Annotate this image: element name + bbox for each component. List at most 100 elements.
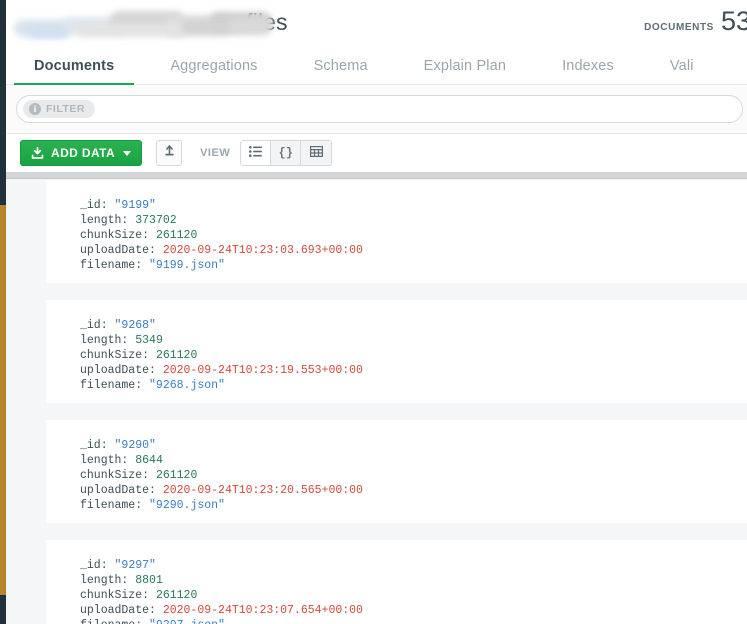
document-field-_id: _id: "9199" [80, 198, 747, 213]
field-colon: : [121, 454, 129, 467]
field-value: 2020-09-24T10:23:20.565+00:00 [162, 484, 363, 497]
field-key: chunkSize [80, 469, 143, 482]
field-value: "9297" [114, 559, 156, 572]
filter-label: FILTER [46, 103, 85, 115]
edge-segment-navy-bottom [0, 595, 6, 624]
field-colon: : [135, 379, 143, 392]
document-field-filename: filename: "9297.json" [80, 618, 747, 624]
collection-title: namespace.database.files [18, 9, 288, 36]
field-value: "9199.json" [149, 259, 225, 272]
document-field-length: length: 373702 [80, 213, 747, 228]
field-value: "9290" [114, 439, 156, 452]
field-value: "9268" [114, 319, 156, 332]
field-value: 261120 [155, 229, 198, 242]
field-key: length [80, 574, 122, 587]
export-button[interactable] [156, 140, 183, 166]
document-field-_id: _id: "9290" [80, 438, 747, 453]
field-colon: : [142, 229, 150, 242]
collection-title-suffix: .files [239, 9, 288, 35]
field-colon: : [121, 334, 129, 347]
document-count-value: 53 [720, 6, 747, 36]
field-colon: : [142, 469, 150, 482]
tab-label: Aggregations [170, 57, 258, 74]
field-colon: : [142, 589, 150, 602]
field-key: uploadDate [80, 604, 150, 617]
tab-vali[interactable]: Vali [642, 46, 722, 85]
field-key: chunkSize [80, 349, 143, 362]
document-field-uploadDate: uploadDate: 2020-09-24T10:23:20.565+00:0… [80, 483, 747, 498]
view-mode-json-button[interactable]: {} [271, 141, 302, 165]
export-icon [163, 144, 176, 162]
field-colon: : [100, 199, 108, 212]
field-value: 2020-09-24T10:23:03.693+00:00 [162, 244, 363, 257]
field-value: 8644 [135, 454, 163, 467]
compass-collection-view: namespace.database.files DOCUMENTS 53 Do… [0, 0, 747, 624]
field-key: length [80, 454, 122, 467]
edge-segment-navy-top [0, 0, 6, 205]
document-field-filename: filename: "9268.json" [80, 378, 747, 393]
document-field-chunkSize: chunkSize: 261120 [80, 348, 747, 363]
tab-indexes[interactable]: Indexes [534, 46, 642, 85]
document-field-length: length: 5349 [80, 333, 747, 348]
documents-list: _id: "9199" length: 373702 chunkSize: 2611… [6, 172, 747, 624]
field-key: filename [80, 259, 136, 272]
document-count: DOCUMENTS 53 [644, 8, 747, 35]
horizontal-scrollbar[interactable] [6, 172, 747, 179]
filter-input[interactable]: i FILTER [16, 95, 743, 123]
field-value: 2020-09-24T10:23:19.553+00:00 [162, 364, 363, 377]
field-key: uploadDate [80, 244, 150, 257]
document-fields: _id: "9297" length: 8801 chunkSize: 261120… [46, 540, 747, 624]
field-value: "9297.json" [149, 619, 225, 624]
document-field-uploadDate: uploadDate: 2020-09-24T10:23:03.693+00:0… [80, 243, 747, 258]
document-card[interactable]: _id: "9297" length: 8801 chunkSize: 261120… [46, 540, 747, 624]
field-colon: : [121, 574, 129, 587]
tab-label: Documents [34, 57, 115, 74]
chevron-down-icon [123, 150, 132, 156]
document-card[interactable]: _id: "9268" length: 5349 chunkSize: 261120… [46, 300, 747, 403]
field-key: length [80, 334, 122, 347]
field-value: 373702 [135, 214, 177, 227]
field-value: 261120 [155, 349, 198, 362]
document-field-length: length: 8644 [80, 453, 747, 468]
collection-tabbar: Documents Aggregations Schema Explain Plan I… [6, 46, 747, 86]
field-key: _id [80, 199, 101, 212]
field-value: 261120 [155, 589, 198, 602]
field-key: _id [80, 559, 101, 572]
document-card[interactable]: _id: "9199" length: 373702 chunkSize: 2611… [46, 180, 747, 283]
document-field-filename: filename: "9199.json" [80, 258, 747, 273]
field-value: 261120 [155, 469, 198, 482]
tab-schema[interactable]: Schema [286, 46, 396, 85]
document-card[interactable]: _id: "9290" length: 8644 chunkSize: 261120… [46, 420, 747, 523]
field-colon: : [100, 559, 108, 572]
field-colon: : [121, 214, 129, 227]
field-key: _id [80, 319, 101, 332]
view-mode-list-button[interactable] [241, 141, 272, 165]
field-colon: : [135, 259, 143, 272]
tab-documents[interactable]: Documents [6, 46, 142, 86]
add-data-button[interactable]: ADD DATA [20, 140, 143, 166]
braces-icon: {} [278, 146, 293, 160]
field-key: chunkSize [80, 229, 143, 242]
filter-pill[interactable]: i FILTER [23, 100, 95, 118]
document-field-uploadDate: uploadDate: 2020-09-24T10:23:07.654+00:0… [80, 603, 747, 618]
add-data-label: ADD DATA [51, 146, 116, 160]
document-field-_id: _id: "9297" [80, 558, 747, 573]
field-value: 5349 [135, 334, 163, 347]
field-key: uploadDate [80, 484, 150, 497]
list-view-icon [249, 144, 263, 162]
filter-bar: i FILTER [6, 85, 747, 134]
field-colon: : [135, 619, 142, 624]
document-field-chunkSize: chunkSize: 261120 [80, 228, 747, 243]
document-field-_id: _id: "9268" [80, 318, 747, 333]
tab-label: Vali [669, 57, 694, 74]
info-icon[interactable]: i [29, 103, 41, 115]
view-mode-table-button[interactable] [301, 141, 332, 165]
document-fields: _id: "9290" length: 8644 chunkSize: 261120… [46, 420, 747, 523]
field-colon: : [149, 604, 156, 617]
tab-aggregations[interactable]: Aggregations [142, 46, 285, 85]
tab-explain-plan[interactable]: Explain Plan [396, 46, 534, 85]
document-fields: _id: "9268" length: 5349 chunkSize: 261120… [46, 300, 747, 403]
field-key: filename [80, 619, 135, 624]
document-fields: _id: "9199" length: 373702 chunkSize: 2611… [46, 180, 747, 283]
field-colon: : [149, 364, 156, 377]
